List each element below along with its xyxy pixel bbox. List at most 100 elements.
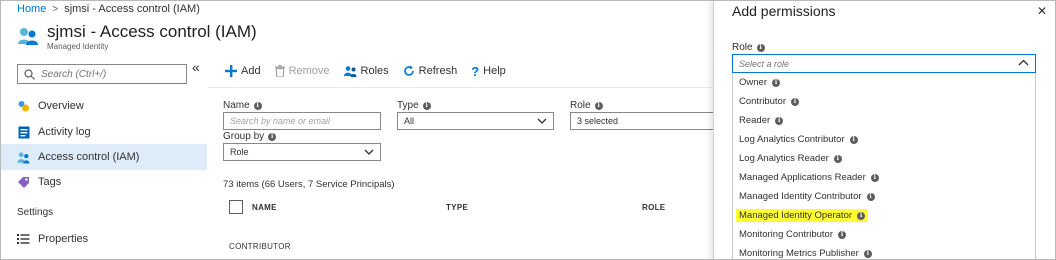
overview-icon	[17, 100, 30, 113]
name-search-placeholder: Search by name or email	[230, 116, 331, 126]
remove-button[interactable]: Remove	[274, 65, 330, 77]
close-icon[interactable]: ✕	[1037, 4, 1047, 18]
collapse-sidebar-button[interactable]: «	[192, 59, 200, 75]
role-filter-value: 3 selected	[577, 116, 619, 126]
activity-log-icon	[17, 126, 30, 139]
toolbar: Add Remove Roles Refresh ? Help	[225, 61, 506, 81]
trash-icon	[274, 65, 285, 77]
breadcrumb-current: sjmsi - Access control (IAM)	[64, 3, 200, 15]
refresh-button-label: Refresh	[418, 65, 458, 77]
groupby-select-value: Role	[230, 147, 249, 157]
type-select-value: All	[404, 116, 415, 126]
sidebar-search[interactable]	[17, 64, 187, 84]
app-window: Home > sjmsi - Access control (IAM) sjms…	[0, 0, 1056, 260]
sidebar-item-activity-log[interactable]: Activity log	[1, 119, 207, 145]
info-icon: i	[833, 154, 842, 163]
sidebar-item-label: Activity log	[38, 126, 91, 138]
help-button[interactable]: ? Help	[471, 64, 506, 79]
name-search-input[interactable]: Search by name or email	[223, 112, 381, 130]
access-control-icon	[17, 151, 30, 164]
search-icon	[24, 68, 35, 80]
info-icon: i	[756, 43, 765, 52]
info-icon: i	[268, 132, 277, 141]
role-option-label: Managed Identity Contributor	[739, 191, 862, 202]
info-icon: i	[594, 101, 603, 110]
items-count: 73 items (66 Users, 7 Service Principals…	[223, 179, 395, 190]
role-option-monitoring-contributor[interactable]: Monitoring Contributor i	[733, 225, 1035, 244]
role-option-label: Managed Applications Reader	[739, 172, 866, 183]
info-icon: i	[857, 211, 866, 220]
help-button-label: Help	[483, 65, 506, 77]
role-option-label: Log Analytics Contributor	[739, 134, 845, 145]
column-header-role[interactable]: ROLE	[642, 203, 665, 212]
help-icon: ?	[471, 63, 480, 79]
role-dropdown-list: Owner i Contributor i Reader i Log Analytic…	[732, 73, 1036, 259]
role-option-log-analytics-reader[interactable]: Log Analytics Reader i	[733, 149, 1035, 168]
role-option-managed-applications-reader[interactable]: Managed Applications Reader i	[733, 168, 1035, 187]
select-all-checkbox[interactable]	[229, 200, 243, 214]
plus-icon	[225, 65, 237, 77]
name-label-text: Name	[223, 100, 250, 111]
role-option-label: Monitoring Contributor	[739, 229, 833, 240]
refresh-button[interactable]: Refresh	[403, 65, 458, 77]
role-label-text: Role	[570, 100, 591, 111]
tag-icon	[17, 176, 30, 189]
breadcrumb: Home > sjmsi - Access control (IAM)	[17, 3, 200, 15]
type-select[interactable]: All	[397, 112, 554, 130]
column-header-name[interactable]: NAME	[252, 203, 277, 212]
role-option-reader[interactable]: Reader i	[733, 111, 1035, 130]
role-option-label: Contributor	[739, 96, 786, 107]
sidebar-item-label: Access control (IAM)	[38, 151, 140, 163]
managed-identity-icon	[18, 28, 38, 45]
role-option-contributor[interactable]: Contributor i	[733, 92, 1035, 111]
role-option-monitoring-metrics-publisher[interactable]: Monitoring Metrics Publisher i	[733, 244, 1035, 259]
breadcrumb-home-link[interactable]: Home	[17, 3, 46, 15]
role-option-label: Owner	[739, 77, 767, 88]
add-button[interactable]: Add	[225, 65, 261, 77]
sidebar-item-tags[interactable]: Tags	[1, 169, 207, 195]
role-field-label-text: Role	[732, 42, 753, 53]
sidebar-item-properties[interactable]: Properties	[1, 226, 207, 252]
roles-button-label: Roles	[360, 65, 389, 77]
info-icon: i	[866, 192, 875, 201]
remove-button-label: Remove	[288, 65, 330, 77]
role-option-log-analytics-contributor[interactable]: Log Analytics Contributor i	[733, 130, 1035, 149]
role-option-managed-identity-operator[interactable]: Managed Identity Operator i	[733, 206, 1035, 225]
sidebar-item-label: Overview	[38, 100, 84, 112]
info-icon: i	[253, 101, 262, 110]
role-option-label: Log Analytics Reader	[739, 153, 829, 164]
name-filter-label: Name i	[223, 100, 262, 111]
sidebar-item-label: Properties	[38, 233, 89, 245]
groupby-label-text: Group by	[223, 131, 265, 142]
page-title: sjmsi - Access control (IAM)	[47, 22, 257, 41]
role-option-owner[interactable]: Owner i	[733, 73, 1035, 92]
info-icon: i	[849, 135, 858, 144]
info-icon: i	[775, 116, 784, 125]
chevron-down-icon	[364, 149, 374, 155]
roles-button[interactable]: Roles	[343, 65, 389, 77]
refresh-icon	[403, 65, 414, 76]
groupby-select[interactable]: Role	[223, 143, 381, 161]
role-field-label: Role i	[732, 42, 765, 53]
groupby-label: Group by i	[223, 131, 277, 142]
column-header-type[interactable]: TYPE	[446, 203, 468, 212]
breadcrumb-separator: >	[52, 3, 59, 15]
add-permissions-panel: Add permissions ✕ Role i Owneri Contribu…	[713, 1, 1055, 259]
sidebar-item-access-control[interactable]: Access control (IAM)	[1, 144, 207, 170]
role-option-managed-identity-contributor[interactable]: Managed Identity Contributor i	[733, 187, 1035, 206]
role-filter-select[interactable]: 3 selected	[570, 112, 720, 130]
role-option-label: Managed Identity Operator	[739, 210, 853, 221]
role-option-label: Monitoring Metrics Publisher	[739, 248, 859, 259]
type-filter-label: Type i	[397, 100, 431, 111]
properties-icon	[17, 233, 30, 246]
panel-title: Add permissions	[732, 3, 836, 19]
page-subtitle: Managed Identity	[47, 42, 109, 51]
role-option-label: Reader	[739, 115, 771, 126]
roles-icon	[343, 66, 357, 77]
sidebar-search-input[interactable]	[41, 68, 181, 80]
add-button-label: Add	[241, 65, 261, 77]
role-select-input[interactable]	[739, 58, 999, 69]
sidebar-item-overview[interactable]: Overview	[1, 93, 207, 119]
info-icon: i	[838, 230, 846, 239]
role-select[interactable]	[732, 54, 1036, 73]
